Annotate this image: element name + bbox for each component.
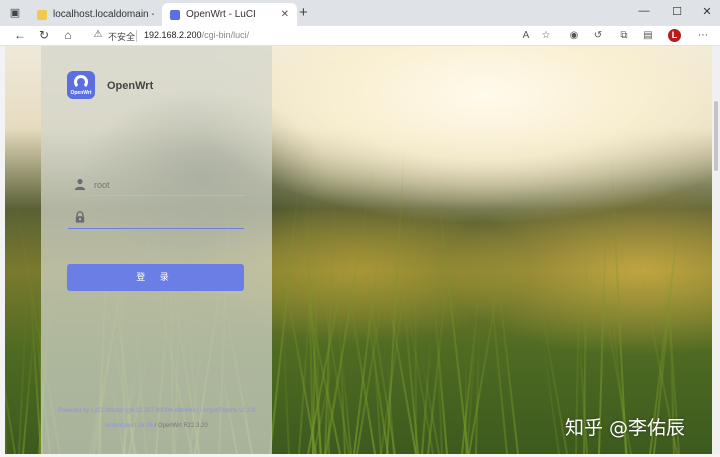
extension-icon[interactable]: ▤ <box>641 29 655 43</box>
tab-favicon <box>37 9 47 20</box>
back-icon[interactable]: ← <box>12 28 28 42</box>
url-path: /cgi-bin/luci/ <box>201 30 250 40</box>
username-input[interactable] <box>94 177 242 192</box>
url-host: 192.168.2.200 <box>144 30 202 40</box>
scrollbar-thumb[interactable] <box>714 101 718 171</box>
grass-blade <box>5 257 7 454</box>
security-label[interactable]: 不安全 <box>108 30 135 43</box>
tab-openwrt[interactable]: OpenWrt - LuCI ✕ <box>162 3 297 26</box>
tab-label: localhost.localdomain - VMware <box>53 9 154 20</box>
tab-actions-icon[interactable]: ▣ <box>8 6 22 20</box>
tab-bar: ▣ localhost.localdomain - VMware OpenWrt… <box>0 0 720 26</box>
login-panel: OpenWrt OpenWrt 登 录 Powered by LuCI Mast… <box>41 46 272 454</box>
password-field <box>68 207 244 229</box>
divider <box>136 30 137 42</box>
footer-powered-by[interactable]: Powered by LuCI Master (git-22.287.69009… <box>41 408 272 414</box>
home-icon[interactable]: ⌂ <box>60 28 76 42</box>
grass-blade <box>610 156 627 454</box>
footer-version-text: / OpenWrt R22.3.20 <box>152 423 208 429</box>
lock-icon <box>75 211 85 223</box>
collections-icon[interactable]: ⧉ <box>617 29 631 43</box>
logo-ring-icon <box>74 75 88 89</box>
username-field <box>68 174 244 196</box>
footer-version: immortalwrt 18.06 / OpenWrt R22.3.20 <box>41 423 272 429</box>
close-tab-icon[interactable]: ✕ <box>277 9 289 20</box>
user-icon <box>74 178 86 190</box>
openwrt-logo: OpenWrt <box>67 71 95 99</box>
profile-avatar[interactable]: L <box>668 29 681 42</box>
vertical-scrollbar[interactable] <box>712 46 720 454</box>
close-window-button[interactable]: ✕ <box>697 5 717 18</box>
maximize-button[interactable]: ☐ <box>667 5 687 18</box>
login-button[interactable]: 登 录 <box>67 264 244 291</box>
minimize-button[interactable]: — <box>634 5 654 17</box>
logo-text: OpenWrt <box>70 90 92 96</box>
watermark: 知乎 @李佑辰 <box>565 417 686 439</box>
tab-vmware[interactable]: localhost.localdomain - VMware <box>29 3 162 26</box>
url-field[interactable]: 192.168.2.200/cgi-bin/luci/ <box>144 30 249 40</box>
grass-blade <box>535 276 568 454</box>
openwrt-favicon <box>170 9 180 20</box>
more-menu-icon[interactable]: ⋯ <box>696 29 710 43</box>
new-tab-button[interactable]: + <box>299 4 308 21</box>
reload-icon[interactable]: ↻ <box>36 28 52 42</box>
favorite-star-icon[interactable]: ☆ <box>539 29 553 43</box>
footer-link[interactable]: immortalwrt 18.06 <box>105 423 153 429</box>
warning-icon[interactable]: ⚠ <box>92 29 104 41</box>
extension-shield-icon[interactable]: ◉ <box>567 29 581 43</box>
grass-blade <box>414 218 417 454</box>
password-input[interactable] <box>94 210 242 225</box>
grass-blade <box>18 296 28 454</box>
tab-label: OpenWrt - LuCI <box>186 9 256 20</box>
refresh-extension-icon[interactable]: ↺ <box>591 29 605 43</box>
brand-title: OpenWrt <box>107 80 154 92</box>
read-aloud-icon[interactable]: A <box>519 29 533 43</box>
address-bar: ← ↻ ⌂ ⚠ 不安全 192.168.2.200/cgi-bin/luci/ … <box>0 26 720 46</box>
